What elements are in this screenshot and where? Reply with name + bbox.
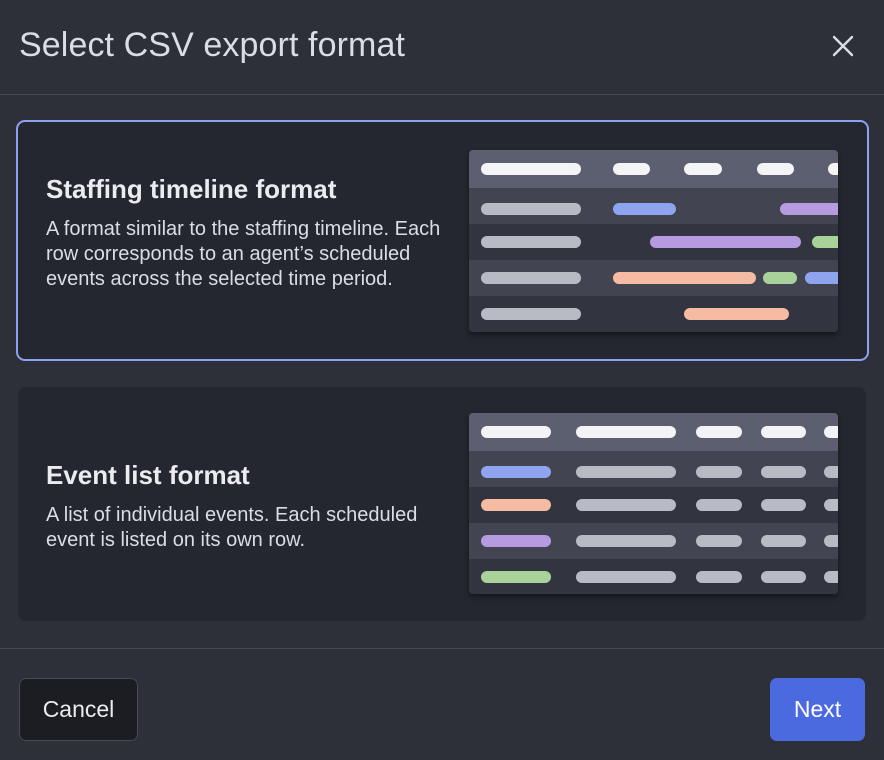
option-title: Staffing timeline format bbox=[46, 174, 337, 204]
preview-bar bbox=[613, 203, 676, 215]
option-description: A format similar to the staffing timelin… bbox=[46, 218, 441, 290]
event-list-preview-illustration bbox=[469, 413, 838, 594]
preview-bar bbox=[824, 426, 838, 438]
option-text: Staffing timeline format A format simila… bbox=[46, 174, 446, 292]
preview-row bbox=[469, 188, 838, 224]
preview-bar bbox=[481, 308, 581, 320]
preview-bar bbox=[763, 272, 797, 284]
preview-bar bbox=[684, 163, 722, 175]
option-description: A list of individual events. Each schedu… bbox=[46, 504, 418, 551]
preview-row bbox=[469, 487, 838, 523]
preview-row bbox=[469, 224, 838, 260]
preview-bar bbox=[481, 571, 551, 583]
preview-bar bbox=[650, 236, 801, 248]
option-title: Event list format bbox=[46, 460, 250, 490]
next-button[interactable]: Next bbox=[770, 678, 865, 741]
option-event-list[interactable]: Event list format A list of individual e… bbox=[18, 387, 866, 621]
preview-bar bbox=[696, 499, 742, 511]
dialog-footer: Cancel Next bbox=[0, 648, 884, 760]
preview-bar bbox=[576, 466, 676, 478]
preview-bar bbox=[481, 203, 581, 215]
preview-bar bbox=[696, 466, 742, 478]
preview-bar bbox=[696, 535, 742, 547]
dialog-title: Select CSV export format bbox=[19, 26, 405, 64]
preview-bar bbox=[761, 499, 806, 511]
preview-bar bbox=[613, 272, 756, 284]
cancel-button[interactable]: Cancel bbox=[19, 678, 138, 741]
preview-bar bbox=[761, 535, 806, 547]
export-dialog: Select CSV export format Staffing timeli… bbox=[0, 0, 884, 760]
option-text: Event list format A list of individual e… bbox=[46, 460, 446, 553]
dialog-header: Select CSV export format bbox=[0, 0, 884, 95]
preview-bar bbox=[824, 466, 838, 478]
preview-bar bbox=[780, 203, 838, 215]
preview-row bbox=[469, 296, 838, 332]
preview-bar bbox=[481, 426, 551, 438]
preview-bar bbox=[481, 499, 551, 511]
preview-bar bbox=[824, 499, 838, 511]
preview-bar bbox=[481, 236, 581, 248]
preview-row bbox=[469, 260, 838, 296]
close-icon bbox=[832, 35, 854, 57]
preview-row bbox=[469, 451, 838, 487]
preview-bar bbox=[824, 571, 838, 583]
preview-bar bbox=[824, 535, 838, 547]
preview-bar bbox=[576, 571, 676, 583]
preview-bar bbox=[613, 163, 650, 175]
option-staffing-timeline[interactable]: Staffing timeline format A format simila… bbox=[16, 120, 869, 361]
preview-bar bbox=[761, 571, 806, 583]
preview-bar bbox=[576, 499, 676, 511]
preview-bar bbox=[481, 535, 551, 547]
preview-bar bbox=[684, 308, 789, 320]
preview-bar bbox=[761, 466, 806, 478]
preview-header-row bbox=[469, 150, 838, 188]
preview-row bbox=[469, 523, 838, 559]
preview-bar bbox=[761, 426, 806, 438]
preview-bar bbox=[576, 535, 676, 547]
preview-bar bbox=[757, 163, 794, 175]
preview-bar bbox=[805, 272, 838, 284]
close-button[interactable] bbox=[825, 28, 861, 64]
preview-bar bbox=[812, 236, 838, 248]
preview-bar bbox=[481, 163, 581, 175]
preview-bar bbox=[828, 163, 838, 175]
preview-bar bbox=[481, 466, 551, 478]
timeline-preview-illustration bbox=[469, 150, 838, 332]
preview-row bbox=[469, 559, 838, 594]
preview-bar bbox=[576, 426, 676, 438]
preview-bar bbox=[696, 571, 742, 583]
preview-header-row bbox=[469, 413, 838, 451]
preview-bar bbox=[696, 426, 742, 438]
preview-bar bbox=[481, 272, 581, 284]
